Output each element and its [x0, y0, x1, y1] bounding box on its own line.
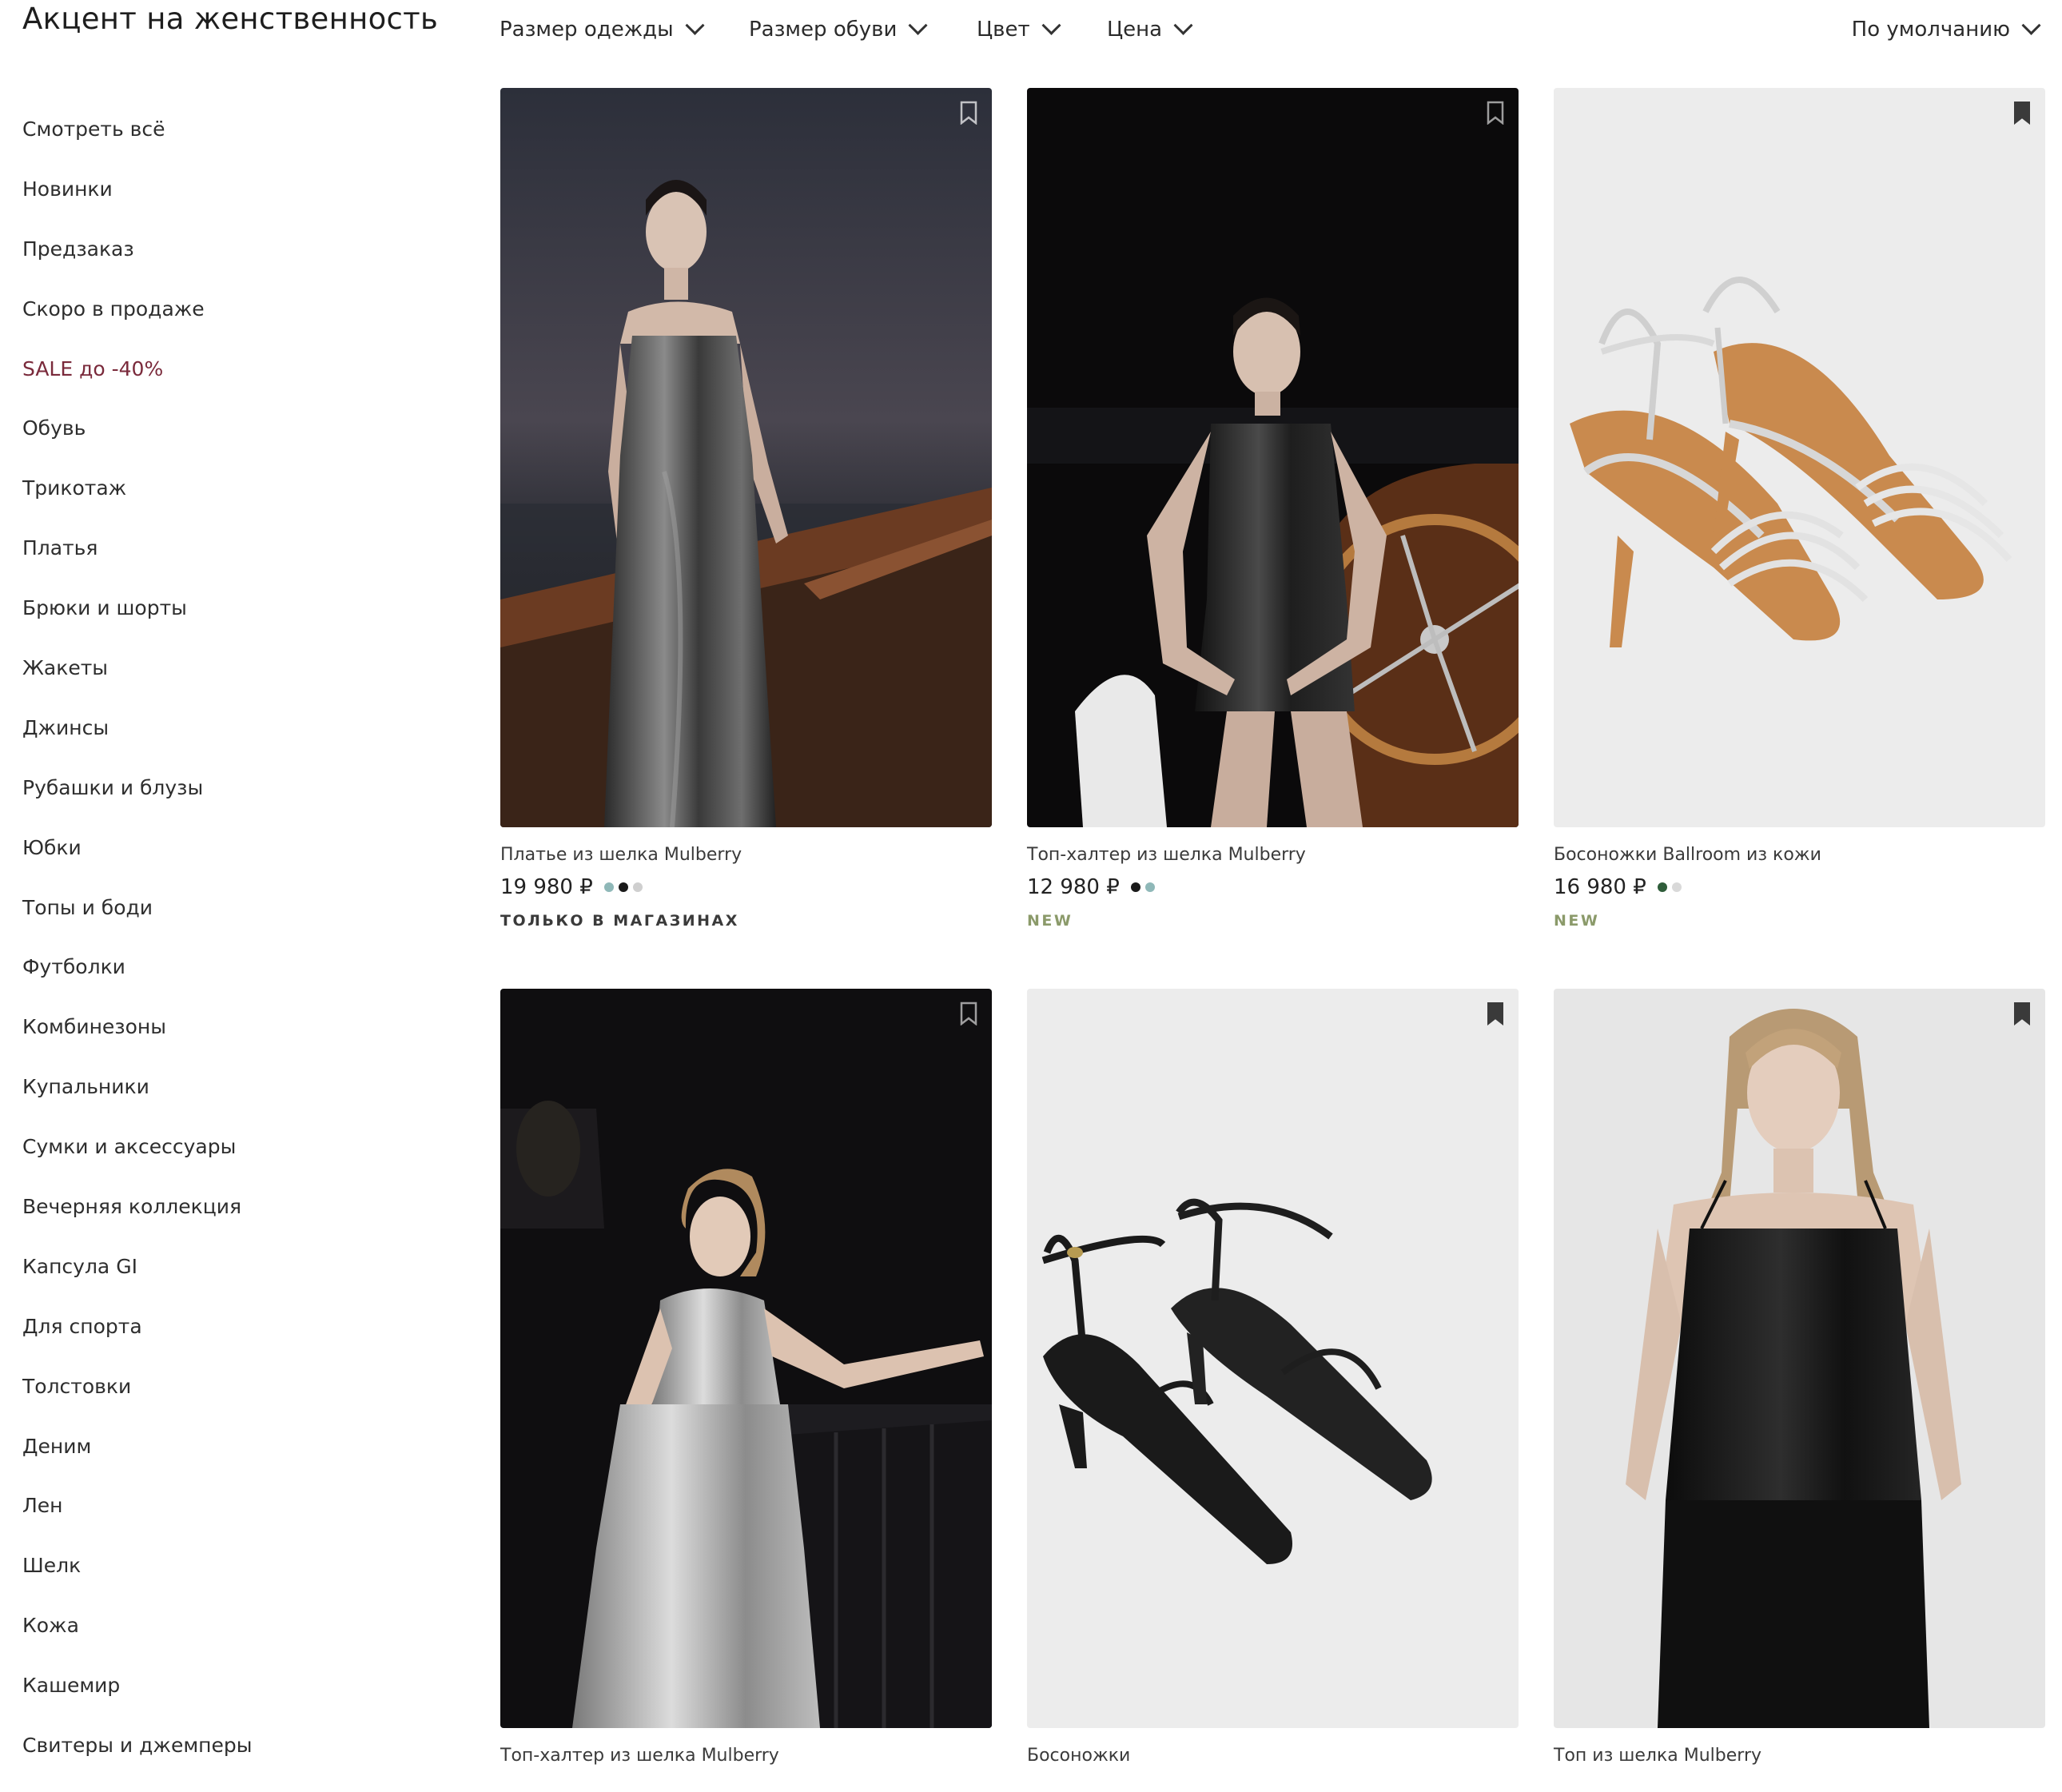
color-swatch[interactable]: [618, 882, 628, 892]
sidebar-item-jackets[interactable]: Жакеты: [22, 655, 454, 715]
color-swatches: [1130, 880, 1160, 895]
sidebar-item-jeans[interactable]: Джинсы: [22, 715, 454, 775]
sidebar-item-skirts[interactable]: Юбки: [22, 834, 454, 894]
sidebar-item-bags-accessories[interactable]: Сумки и аксессуары: [22, 1133, 454, 1193]
product-name[interactable]: Босоножки Ballroom из кожи: [1554, 843, 2045, 867]
filter-price[interactable]: Цена: [1107, 15, 1193, 42]
product-name[interactable]: Платье из шелка Mulberry: [500, 843, 992, 867]
color-swatches: [1657, 880, 1686, 895]
product-name[interactable]: Топ-халтер из шелка Mulberry: [500, 1744, 992, 1768]
sort-dropdown[interactable]: По умолчанию: [1851, 15, 2041, 42]
product-image[interactable]: [1027, 88, 1519, 827]
chevron-down-icon: [685, 15, 705, 35]
product-photo: [1554, 88, 2045, 827]
chevron-down-icon: [908, 15, 928, 35]
product-price: 12 980 ₽: [1027, 875, 1120, 899]
product-badge: NEW: [1554, 912, 1600, 930]
bookmark-icon[interactable]: [1487, 1002, 1504, 1025]
product-image[interactable]: [500, 88, 992, 827]
color-swatch[interactable]: [1144, 882, 1155, 892]
sort-label: По умолчанию: [1851, 18, 2010, 42]
product-photo: [1027, 88, 1519, 827]
chevron-down-icon: [2021, 15, 2041, 35]
sidebar-item-coming-soon[interactable]: Скоро в продаже: [22, 296, 454, 356]
sidebar-item-shirts-blouses[interactable]: Рубашки и блузы: [22, 775, 454, 834]
bookmark-icon[interactable]: [2013, 1002, 2031, 1025]
product-image[interactable]: [1554, 88, 2045, 827]
sidebar-item-silk[interactable]: Шелк: [22, 1552, 454, 1612]
product-price: 16 980 ₽: [1554, 875, 1646, 899]
sidebar-item-dresses[interactable]: Платья: [22, 535, 454, 595]
sidebar-item-linen[interactable]: Лен: [22, 1492, 454, 1552]
product-card[interactable]: Топ-халтер из шелка Mulberry: [500, 989, 992, 1768]
category-sidebar: Смотреть всё Новинки Предзаказ Скоро в п…: [22, 116, 454, 1792]
sidebar-item-capsule-gi[interactable]: Капсула GI: [22, 1253, 454, 1313]
sidebar-item-tshirts[interactable]: Футболки: [22, 954, 454, 1013]
product-name[interactable]: Топ-халтер из шелка Mulberry: [1027, 843, 1519, 867]
product-badge: NEW: [1027, 912, 1073, 930]
product-price: 19 980 ₽: [500, 875, 593, 899]
sidebar-item-knitwear[interactable]: Трикотаж: [22, 475, 454, 535]
filter-shoe-size[interactable]: Размер обуви: [749, 15, 928, 42]
product-name[interactable]: Босоножки: [1027, 1744, 1519, 1768]
product-photo: [1027, 989, 1519, 1728]
page-title: Акцент на женственность: [22, 2, 439, 36]
sidebar-item-all[interactable]: Смотреть всё: [22, 116, 454, 176]
product-name[interactable]: Топ из шелка Mulberry: [1554, 1744, 2045, 1768]
sidebar-item-sweaters[interactable]: Свитеры и джемперы: [22, 1732, 454, 1792]
sidebar-item-swimwear[interactable]: Купальники: [22, 1073, 454, 1133]
product-photo: [1554, 989, 2045, 1728]
product-image[interactable]: [500, 989, 992, 1728]
sidebar-item-evening[interactable]: Вечерняя коллекция: [22, 1193, 454, 1253]
sidebar-item-cashmere[interactable]: Кашемир: [22, 1672, 454, 1732]
filter-label: Размер обуви: [749, 18, 898, 42]
color-swatch[interactable]: [1671, 882, 1682, 892]
sidebar-item-shoes[interactable]: Обувь: [22, 415, 454, 475]
sidebar-item-leather[interactable]: Кожа: [22, 1612, 454, 1672]
filter-clothing-size[interactable]: Размер одежды: [500, 15, 705, 42]
bookmark-icon[interactable]: [960, 1002, 977, 1025]
product-card[interactable]: Платье из шелка Mulberry 19 980 ₽ ТОЛЬКО…: [500, 88, 992, 931]
color-swatch[interactable]: [632, 882, 643, 892]
product-photo: [500, 989, 992, 1728]
sidebar-item-sale[interactable]: SALE до -40%: [22, 356, 454, 416]
filter-label: Размер одежды: [500, 18, 674, 42]
sidebar-item-preorder[interactable]: Предзаказ: [22, 236, 454, 296]
sidebar-item-sport[interactable]: Для спорта: [22, 1313, 454, 1373]
product-image[interactable]: [1027, 989, 1519, 1728]
product-card[interactable]: Босоножки: [1027, 989, 1519, 1768]
sidebar-item-new[interactable]: Новинки: [22, 176, 454, 236]
sidebar-item-jumpsuits[interactable]: Комбинезоны: [22, 1013, 454, 1073]
product-badge: ТОЛЬКО В МАГАЗИНАХ: [500, 912, 739, 930]
filter-color[interactable]: Цвет: [977, 15, 1061, 42]
product-card[interactable]: Топ-халтер из шелка Mulberry 12 980 ₽ NE…: [1027, 88, 1519, 931]
color-swatch[interactable]: [1130, 882, 1140, 892]
color-swatches: [603, 880, 647, 895]
filter-label: Цена: [1107, 18, 1163, 42]
chevron-down-icon: [1041, 15, 1061, 35]
chevron-down-icon: [1173, 15, 1193, 35]
sidebar-item-tops-bodies[interactable]: Топы и боди: [22, 894, 454, 954]
sidebar-item-denim[interactable]: Деним: [22, 1433, 454, 1493]
sidebar-item-trousers-shorts[interactable]: Брюки и шорты: [22, 595, 454, 655]
sidebar-item-sweatshirts[interactable]: Толстовки: [22, 1373, 454, 1433]
product-card[interactable]: Топ из шелка Mulberry: [1554, 989, 2045, 1768]
bookmark-icon[interactable]: [1487, 101, 1504, 125]
product-photo: [500, 88, 992, 827]
product-card[interactable]: Босоножки Ballroom из кожи 16 980 ₽ NEW: [1554, 88, 2045, 931]
bookmark-icon[interactable]: [2013, 101, 2031, 125]
filter-label: Цвет: [977, 18, 1030, 42]
color-swatch[interactable]: [603, 882, 614, 892]
color-swatch[interactable]: [1657, 882, 1667, 892]
product-image[interactable]: [1554, 989, 2045, 1728]
bookmark-icon[interactable]: [960, 101, 977, 125]
